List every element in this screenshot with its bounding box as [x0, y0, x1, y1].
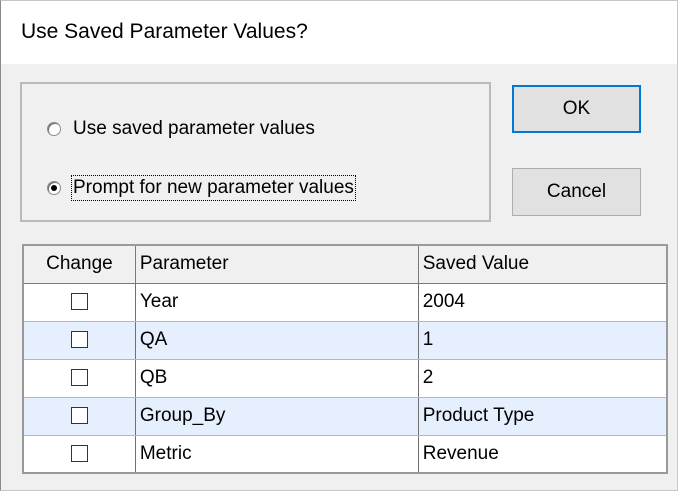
- column-header-parameter[interactable]: Parameter: [134, 244, 419, 284]
- radio-use-saved[interactable]: Use saved parameter values: [47, 118, 315, 140]
- table-row: Group_By Product Type: [23, 397, 668, 436]
- change-cell[interactable]: [23, 283, 136, 322]
- saved-value-cell[interactable]: 2: [418, 359, 668, 398]
- column-header-change[interactable]: Change: [22, 244, 136, 284]
- change-checkbox[interactable]: [70, 445, 88, 463]
- column-header-saved-value[interactable]: Saved Value: [417, 244, 668, 284]
- parameter-cell[interactable]: Group_By: [135, 397, 419, 436]
- table-row: QA 1: [23, 321, 668, 360]
- parameter-cell[interactable]: QA: [135, 321, 419, 360]
- change-checkbox[interactable]: [70, 369, 88, 387]
- parameter-table: Change Parameter Saved Value Year 2004 Q…: [22, 244, 668, 474]
- change-cell[interactable]: [23, 359, 136, 398]
- change-cell[interactable]: [23, 435, 136, 474]
- table-row: Year 2004: [23, 283, 668, 322]
- parameter-dialog: Use Saved Parameter Values? Use saved pa…: [0, 0, 678, 491]
- saved-value-cell[interactable]: 2004: [418, 283, 668, 322]
- radio-prompt-new-label[interactable]: Prompt for new parameter values: [71, 175, 356, 201]
- radio-button-checked[interactable]: [47, 181, 61, 195]
- table-row: QB 2: [23, 359, 668, 398]
- saved-value-cell[interactable]: 1: [418, 321, 668, 360]
- parameter-cell[interactable]: QB: [135, 359, 419, 398]
- change-checkbox[interactable]: [70, 331, 88, 349]
- title-bar[interactable]: Use Saved Parameter Values?: [1, 1, 677, 64]
- table-row: Metric Revenue: [23, 435, 668, 474]
- parameter-option-group: Use saved parameter values Prompt for ne…: [20, 82, 491, 222]
- cancel-button[interactable]: Cancel: [512, 168, 641, 216]
- radio-prompt-new[interactable]: Prompt for new parameter values: [47, 175, 356, 201]
- parameter-cell[interactable]: Metric: [135, 435, 419, 474]
- change-cell[interactable]: [23, 321, 136, 360]
- dialog-title: Use Saved Parameter Values?: [21, 20, 308, 43]
- change-checkbox[interactable]: [70, 407, 88, 425]
- radio-button-unchecked[interactable]: [47, 122, 61, 136]
- dialog-body: Use saved parameter values Prompt for ne…: [1, 64, 677, 490]
- change-checkbox[interactable]: [70, 293, 88, 311]
- table-header-row: Change Parameter Saved Value: [22, 244, 668, 284]
- saved-value-cell[interactable]: Revenue: [418, 435, 668, 474]
- radio-use-saved-label[interactable]: Use saved parameter values: [73, 118, 315, 140]
- saved-value-cell[interactable]: Product Type: [418, 397, 668, 436]
- change-cell[interactable]: [23, 397, 136, 436]
- ok-button[interactable]: OK: [512, 85, 641, 133]
- parameter-cell[interactable]: Year: [135, 283, 419, 322]
